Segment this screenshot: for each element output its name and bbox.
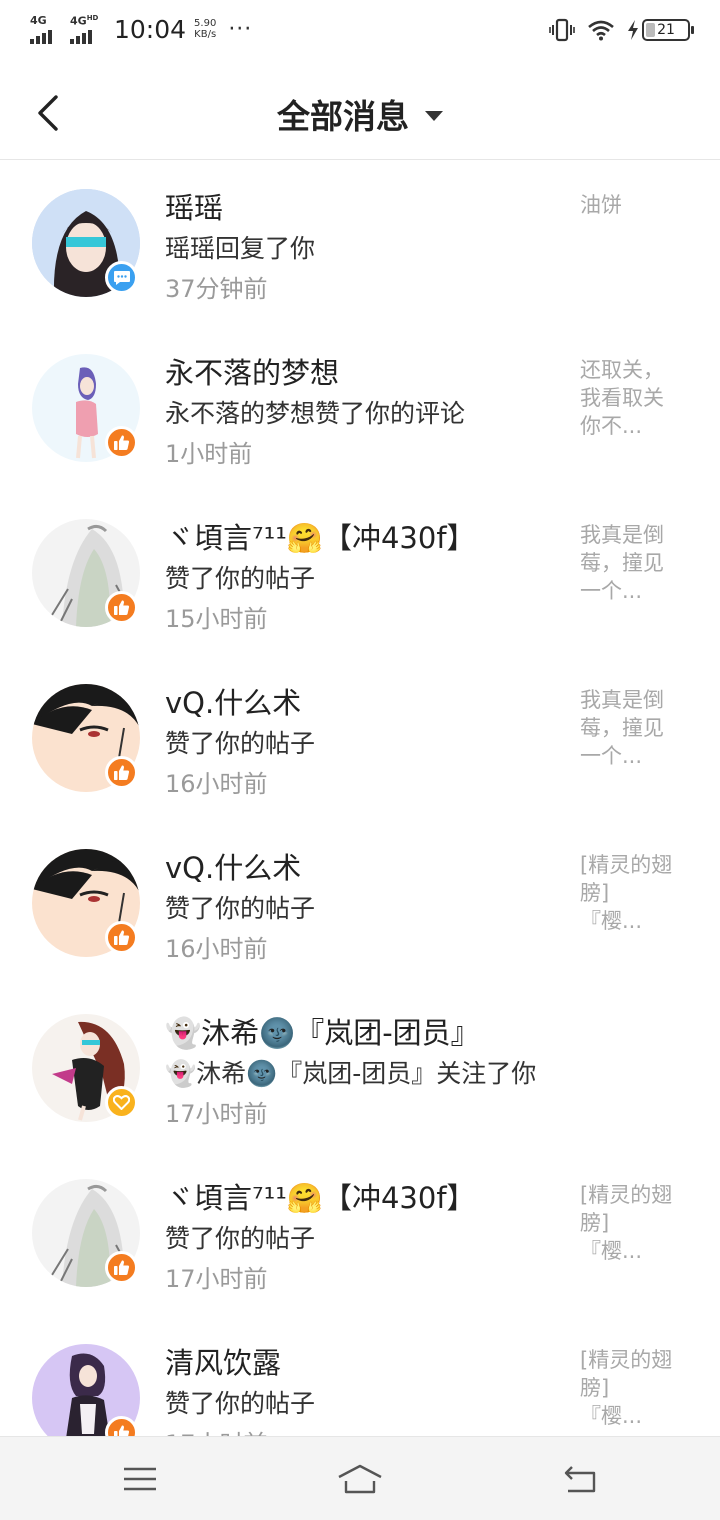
- more-notifications-icon: ···: [228, 16, 253, 42]
- like-badge: [105, 591, 138, 624]
- thumbs-up-icon: [114, 1425, 130, 1436]
- message-item[interactable]: ヾ頃言⁷¹¹🤗【冲430f】 赞了你的帖子 15小时前 我真是倒 莓，撞见 一个…: [0, 491, 720, 656]
- message-text: 赞了你的帖子: [165, 729, 316, 758]
- battery-group: 21: [627, 19, 694, 41]
- message-item[interactable]: 清风饮露 赞了你的帖子 17小时前 [精灵的翅 膀] 『樱...: [0, 1316, 720, 1436]
- header: 全部消息: [0, 66, 720, 160]
- caret-down-icon: [425, 111, 443, 121]
- message-time: 17小时前: [165, 1424, 268, 1436]
- message-time: 17小时前: [165, 1100, 268, 1128]
- charging-icon: [628, 20, 638, 40]
- system-nav-bar: [0, 1436, 720, 1520]
- post-preview[interactable]: [精灵的翅 膀] 『樱...: [580, 1346, 688, 1430]
- post-preview[interactable]: [精灵的翅 膀] 『樱...: [580, 1181, 688, 1265]
- status-bar-left: 4G 4GHD 10:04 5.90 KB/s ···: [30, 14, 252, 44]
- message-time: 16小时前: [165, 770, 268, 798]
- thumbs-up-icon: [114, 930, 130, 945]
- follow-badge: [105, 1086, 138, 1119]
- post-preview[interactable]: 还取关， 我看取关 你不...: [580, 356, 688, 440]
- battery-icon: 21: [642, 19, 694, 41]
- menu-icon: [124, 1467, 156, 1491]
- signal-4g-hd-icon: 4GHD: [70, 14, 106, 44]
- title-dropdown[interactable]: 全部消息: [0, 90, 720, 138]
- sender-name: 瑶瑶: [165, 191, 224, 225]
- thumbs-up-icon: [114, 435, 130, 450]
- message-text: 永不落的梦想赞了你的评论: [165, 399, 466, 428]
- status-bar-right: 21: [549, 18, 694, 42]
- speed-value: 5.90: [194, 18, 217, 29]
- thumbs-up-icon: [114, 1260, 130, 1275]
- post-preview[interactable]: [精灵的翅 膀] 『樱...: [580, 851, 688, 935]
- speed-unit: KB/s: [194, 29, 217, 40]
- vibrate-icon: [549, 18, 575, 42]
- sender-name: 清风饮露: [165, 1346, 282, 1380]
- message-text: 赞了你的帖子: [165, 1389, 316, 1418]
- message-item[interactable]: vQ.什么术 赞了你的帖子 16小时前 我真是倒 莓，撞见 一个...: [0, 656, 720, 821]
- message-time: 16小时前: [165, 935, 268, 963]
- message-item[interactable]: vQ.什么术 赞了你的帖子 16小时前 [精灵的翅 膀] 『樱...: [0, 821, 720, 986]
- heart-icon: [113, 1095, 130, 1110]
- wifi-icon: [588, 20, 614, 41]
- reply-badge: [105, 261, 138, 294]
- back-nav-button[interactable]: [556, 1455, 604, 1503]
- message-time: 1小时前: [165, 440, 253, 468]
- sender-name: ヾ頃言⁷¹¹🤗【冲430f】: [165, 521, 476, 555]
- message-time: 37分钟前: [165, 275, 268, 303]
- status-bar: 4G 4GHD 10:04 5.90 KB/s ··· 21: [0, 0, 720, 66]
- network-speed: 5.90 KB/s: [194, 18, 216, 40]
- signal-4g-icon: 4G: [30, 14, 66, 44]
- network-sup-label: HD: [86, 14, 99, 22]
- message-item[interactable]: 瑶瑶 瑶瑶回复了你 37分钟前 油饼: [0, 161, 720, 326]
- thumbs-up-icon: [114, 600, 130, 615]
- message-item[interactable]: 永不落的梦想 永不落的梦想赞了你的评论 1小时前 还取关， 我看取关 你不...: [0, 326, 720, 491]
- message-list: 瑶瑶 瑶瑶回复了你 37分钟前 油饼 永不落的梦想 永不落的梦想赞了你的评论 1…: [0, 161, 720, 1436]
- message-text: 赞了你的帖子: [165, 894, 316, 923]
- sender-name: vQ.什么术: [165, 851, 302, 885]
- clock: 10:04: [114, 14, 187, 44]
- post-preview[interactable]: 我真是倒 莓，撞见 一个...: [580, 686, 688, 770]
- post-preview[interactable]: 油饼: [580, 191, 688, 219]
- network-label: 4G: [30, 14, 47, 27]
- sender-name: 👻沐希🌚『岚团-团员』: [165, 1016, 480, 1050]
- like-badge: [105, 426, 138, 459]
- message-text: 👻沐希🌚『岚团-团员』关注了你: [165, 1059, 537, 1088]
- message-time: 15小时前: [165, 605, 268, 633]
- like-badge: [105, 756, 138, 789]
- back-icon: [564, 1466, 596, 1493]
- home-icon: [338, 1464, 382, 1494]
- message-time: 17小时前: [165, 1265, 268, 1293]
- thumbs-up-icon: [114, 765, 130, 780]
- post-preview[interactable]: 我真是倒 莓，撞见 一个...: [580, 521, 688, 605]
- home-button[interactable]: [336, 1455, 384, 1503]
- message-item[interactable]: 👻沐希🌚『岚团-团员』 👻沐希🌚『岚团-团员』关注了你 17小时前: [0, 986, 720, 1151]
- message-item[interactable]: ヾ頃言⁷¹¹🤗【冲430f】 赞了你的帖子 17小时前 [精灵的翅 膀] 『樱.…: [0, 1151, 720, 1316]
- message-text: 瑶瑶回复了你: [165, 234, 316, 263]
- chat-bubble-icon: [113, 270, 130, 285]
- page-title: 全部消息: [277, 97, 409, 136]
- message-text: 赞了你的帖子: [165, 564, 316, 593]
- message-text: 赞了你的帖子: [165, 1224, 316, 1253]
- sender-name: 永不落的梦想: [165, 356, 340, 390]
- like-badge: [105, 1251, 138, 1284]
- sender-name: vQ.什么术: [165, 686, 302, 720]
- sender-name: ヾ頃言⁷¹¹🤗【冲430f】: [165, 1181, 476, 1215]
- like-badge: [105, 921, 138, 954]
- menu-button[interactable]: [116, 1455, 164, 1503]
- network-label: 4G: [70, 14, 87, 28]
- battery-level: 21: [657, 22, 675, 38]
